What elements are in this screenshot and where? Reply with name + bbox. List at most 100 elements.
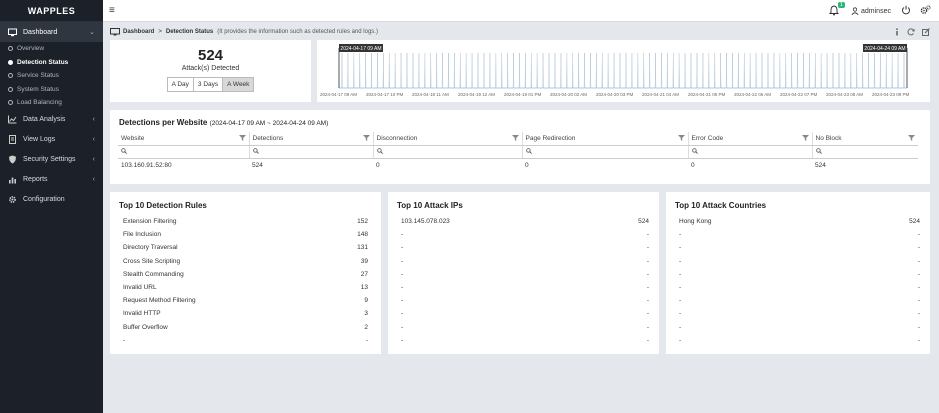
list-item-count: 152 [357, 218, 368, 226]
breadcrumb-root[interactable]: Dashboard [123, 29, 154, 35]
timeline-tick-label: 2024-04-21 05 PM [688, 92, 726, 97]
page-tools [894, 28, 930, 36]
chevron-left-icon: ‹ [92, 175, 95, 183]
filter-icon[interactable] [677, 135, 685, 143]
sidebar-subitem-system-status[interactable]: System Status [0, 83, 103, 97]
timeline-tick-label: 2024-04-20 02 AM [550, 92, 587, 97]
search-icon [376, 147, 383, 154]
info-icon[interactable] [894, 28, 900, 36]
list-item-count: - [646, 257, 649, 265]
chart-icon [8, 115, 17, 124]
document-icon [8, 135, 17, 144]
list-item: -- [401, 241, 649, 254]
sidebar-subitem-service-status[interactable]: Service Status [0, 69, 103, 83]
search-icon [691, 147, 698, 154]
list-item: -- [401, 255, 649, 268]
list-item-count: - [917, 336, 920, 344]
filter-icon[interactable] [238, 135, 246, 143]
sidebar-item-security-settings[interactable]: Security Settings ‹ [0, 150, 103, 170]
sidebar-item-dashboard[interactable]: Dashboard ⌄ [0, 22, 103, 42]
sidebar-subitem-load-balancing[interactable]: Load Balancing [0, 96, 103, 110]
detection-timeline-chart[interactable]: 2024-04-17 09 AM 2024-04-24 09 AM 2024-04-… [317, 40, 930, 102]
filter-input-error-code[interactable] [687, 145, 812, 159]
range-button-3-days[interactable]: 3 Days [193, 77, 224, 92]
column-header-label: Detections [252, 134, 284, 142]
column-header-no-block[interactable]: No Block [811, 132, 918, 146]
list-item: -- [679, 281, 920, 294]
sidebar-item-view-logs[interactable]: View Logs ‹ [0, 130, 103, 150]
list-item-count: - [646, 231, 649, 239]
range-button-a-day[interactable]: A Day [166, 77, 194, 92]
column-header-page-redirection[interactable]: Page Redirection [521, 132, 688, 146]
page-description: (It provides the information such as det… [217, 29, 378, 35]
list-item: -- [401, 268, 649, 281]
chevron-left-icon: ‹ [92, 155, 95, 163]
sidebar-subitem-overview[interactable]: Overview [0, 42, 103, 56]
filter-input-no-block[interactable] [811, 145, 918, 159]
column-header-detections[interactable]: Detections [248, 132, 373, 146]
list-item-count: - [646, 323, 649, 331]
list-item-label: - [401, 244, 404, 252]
list-item-label: Invalid HTTP [123, 310, 161, 318]
column-header-label: Error Code [691, 134, 724, 142]
attack-summary-panel: 524 Attack(s) Detected A Day 3 Days A We… [110, 40, 311, 102]
list-item-label: Directory Traversal [123, 244, 178, 252]
hamburger-menu-icon[interactable]: ≡ [109, 5, 115, 16]
notification-bell[interactable]: 1 [828, 2, 845, 18]
panel-title: Detections per Website (2024-04-17 09 AM… [119, 118, 328, 127]
timeline-tick-label: 2024-04-21 04 AM [642, 92, 679, 97]
timeline-series-line [339, 52, 907, 89]
range-button-a-week[interactable]: A Week [223, 77, 255, 92]
column-header-error-code[interactable]: Error Code [687, 132, 812, 146]
sidebar-subitem-detection-status[interactable]: Detection Status [0, 56, 103, 70]
power-button[interactable] [901, 5, 911, 17]
timeline-tick-label: 2024-04-19 01 PM [504, 92, 542, 97]
filter-input-detections[interactable] [248, 145, 373, 159]
power-icon [902, 5, 910, 15]
timeline-tick-label: 2024-04-23 08 AM [826, 92, 863, 97]
sidebar-item-data-analysis[interactable]: Data Analysis ‹ [0, 110, 103, 130]
sidebar: WAPPLES Dashboard ⌄ Overview Detection S… [0, 0, 103, 413]
edit-icon[interactable] [922, 28, 930, 36]
filter-input-website[interactable] [118, 145, 249, 159]
column-header-website[interactable]: Website [118, 132, 249, 146]
list-item-label: - [401, 310, 404, 318]
list-item-label: Buffer Overflow [123, 323, 168, 331]
filter-icon[interactable] [362, 135, 370, 143]
table-row[interactable]: 103.160.91.52:80 524 0 0 0 524 [118, 158, 918, 173]
filter-input-disconnection[interactable] [372, 145, 522, 159]
detection-timeline-panel: 2024-04-17 09 AM 2024-04-24 09 AM 2024-04-… [317, 40, 930, 102]
list-item-label: - [679, 270, 682, 278]
filter-input-page-redirection[interactable] [521, 145, 688, 159]
range-handle-label: 2024-04-17 09 AM [340, 46, 381, 52]
list-item: -- [679, 321, 920, 334]
list-item-count: 148 [357, 231, 368, 239]
circle-icon [8, 100, 13, 106]
list-item-count: - [917, 284, 920, 292]
panel-title: Top 10 Attack Countries [675, 201, 767, 210]
filter-icon[interactable] [801, 135, 809, 143]
sidebar-item-reports[interactable]: Reports ‹ [0, 170, 103, 190]
sidebar-subitem-label: Service Status [17, 72, 59, 80]
list-item-count: 524 [638, 218, 649, 226]
list-item-label: - [401, 336, 404, 344]
user-menu[interactable]: adminsec [851, 7, 891, 15]
refresh-icon[interactable] [907, 28, 915, 36]
list-item: -- [401, 228, 649, 241]
list-item-count: 131 [357, 244, 368, 252]
list-item-label: Invalid URL [123, 284, 157, 292]
wapples-logo[interactable]: WAPPLES [0, 0, 103, 22]
sidebar-item-configuration[interactable]: Configuration [0, 190, 103, 210]
filter-icon[interactable] [511, 135, 519, 143]
list-item-count: - [917, 244, 920, 252]
list-item-label: - [401, 323, 404, 331]
gear-icon [8, 195, 17, 204]
top-countries-list: Hong Kong 524- - - - - - - - - - - - - - - - - - [679, 215, 920, 347]
column-header-disconnection[interactable]: Disconnection [372, 132, 522, 146]
column-header-label: Page Redirection [525, 134, 576, 142]
settings-button[interactable] [920, 5, 931, 17]
list-item-count: - [646, 244, 649, 252]
circle-icon [8, 73, 13, 79]
filter-icon[interactable] [908, 135, 915, 143]
range-handle-label: 2024-04-24 09 AM [864, 46, 905, 52]
